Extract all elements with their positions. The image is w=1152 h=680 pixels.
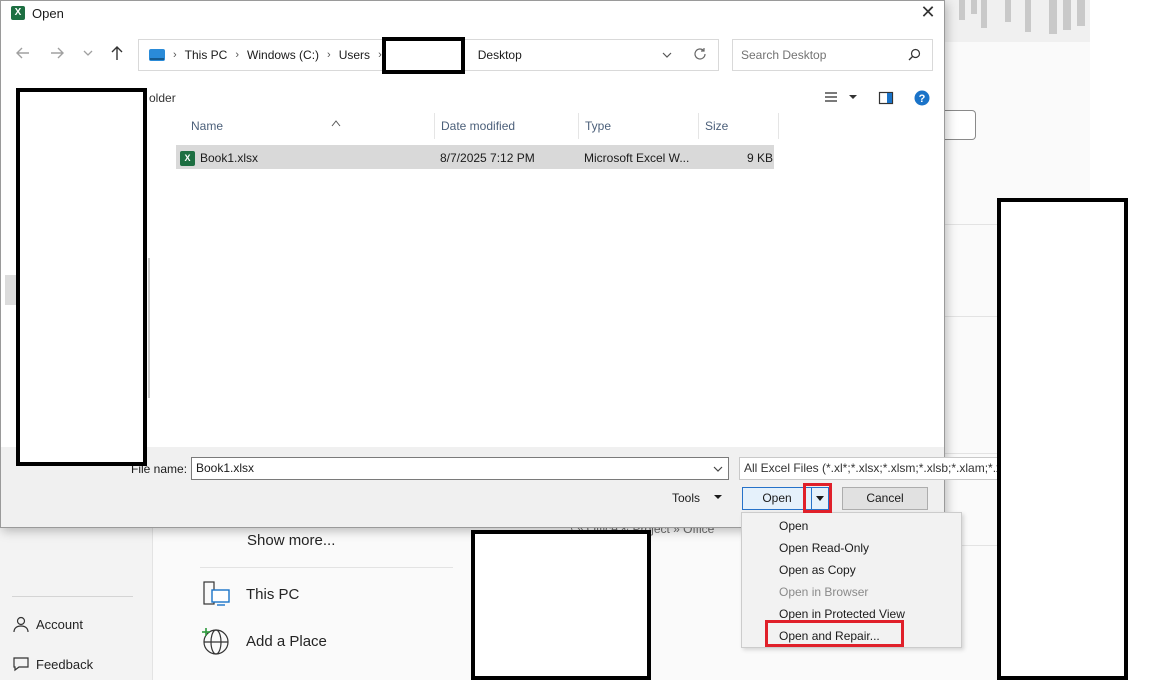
title-bar[interactable]: X Open ✕ <box>1 1 944 25</box>
backstage-header-art <box>945 0 1090 42</box>
globe-add-icon <box>200 625 232 657</box>
file-name-value: Book1.xlsx <box>196 461 255 475</box>
account-label: Account <box>36 616 83 632</box>
file-name-history-chevron-icon[interactable] <box>712 458 724 487</box>
file-name-input[interactable]: Book1.xlsx <box>191 457 729 480</box>
refresh-icon[interactable] <box>692 46 708 62</box>
show-more-link[interactable]: Show more... <box>247 532 335 549</box>
file-list: Name Date modified Type Size X Book1.xls… <box>159 113 944 447</box>
redaction-box <box>471 530 651 680</box>
menu-item-open-in-protected-view[interactable]: Open in Protected View <box>779 607 905 621</box>
tools-label: Tools <box>672 491 701 505</box>
show-more-label: Show more... <box>247 532 336 549</box>
feedback-icon <box>12 655 30 673</box>
location-this-pc[interactable]: This PC <box>200 578 299 610</box>
this-pc-icon <box>149 49 165 61</box>
file-name: Book1.xlsx <box>200 151 259 165</box>
breadcrumb-separator-icon[interactable]: › <box>173 49 177 61</box>
excel-file-icon: X <box>180 151 195 166</box>
divider <box>945 316 997 317</box>
open-button-label: Open <box>762 491 792 505</box>
computer-icon <box>200 578 232 610</box>
column-header-name-label: Name <box>191 119 224 133</box>
menu-item-open[interactable]: Open <box>779 519 808 533</box>
file-type-filter[interactable]: All Excel Files (*.xl*;*.xlsx;*.xlsm;*.x… <box>739 457 999 480</box>
column-header-date[interactable]: Date modified <box>435 113 579 139</box>
nav-feedback[interactable]: Feedback <box>12 655 93 673</box>
close-button[interactable]: ✕ <box>916 1 940 25</box>
breadcrumb-this-pc[interactable]: This PC <box>185 48 228 62</box>
column-header-name[interactable]: Name <box>185 113 435 139</box>
divider <box>945 224 997 225</box>
menu-item-open-in-browser: Open in Browser <box>779 585 869 599</box>
address-history-chevron-icon[interactable] <box>660 48 674 62</box>
feedback-label: Feedback <box>36 656 94 672</box>
forward-arrow-icon[interactable] <box>46 42 68 64</box>
cancel-button-label: Cancel <box>866 491 904 505</box>
breadcrumb-separator-icon[interactable]: › <box>327 49 331 61</box>
dialog-title: Open <box>32 5 64 21</box>
view-options-icon[interactable] <box>823 90 857 106</box>
file-row[interactable]: X Book1.xlsx 8/7/2025 7:12 PM Microsoft … <box>176 145 774 169</box>
breadcrumb-separator-icon[interactable]: › <box>235 49 239 61</box>
file-size: 9 KB <box>747 151 774 165</box>
redaction-box <box>16 88 147 466</box>
excel-app-icon: X <box>11 6 25 20</box>
nav-account[interactable]: Account <box>12 615 83 633</box>
breadcrumb-drive[interactable]: Windows (C:) <box>247 48 319 62</box>
nav-separator <box>12 596 133 597</box>
breadcrumb-users[interactable]: Users <box>339 48 370 62</box>
tools-dropdown-icon <box>714 495 723 499</box>
column-header-size-label: Size <box>705 119 729 133</box>
this-pc-label: This PC <box>246 585 300 603</box>
redaction-box <box>382 37 465 74</box>
divider <box>200 567 453 568</box>
column-header-type-label: Type <box>585 119 612 133</box>
menu-item-open-as-copy[interactable]: Open as Copy <box>779 563 856 577</box>
screen: ...\ » Office & Project » Office Show mo… <box>0 0 1152 680</box>
svg-text:?: ? <box>919 93 926 105</box>
search-icon <box>908 48 921 61</box>
redaction-box <box>997 198 1128 680</box>
navigation-pane-scrollbar[interactable] <box>148 258 150 398</box>
navigation-bar: › This PC › Windows (C:) › Users › Deskt… <box>1 25 944 83</box>
highlight-open-and-repair <box>765 620 904 647</box>
cancel-button[interactable]: Cancel <box>842 487 928 510</box>
file-date: 8/7/2025 7:12 PM <box>440 151 535 165</box>
sort-ascending-icon <box>331 111 341 137</box>
column-header-type[interactable]: Type <box>579 113 699 139</box>
backstage-search-box[interactable] <box>945 110 976 140</box>
highlight-dropdown-arrow <box>803 483 832 513</box>
person-icon <box>12 615 30 633</box>
back-arrow-icon[interactable] <box>12 42 34 64</box>
add-a-place-label: Add a Place <box>246 632 327 650</box>
file-type: Microsoft Excel W... <box>584 151 690 165</box>
preview-pane-icon[interactable] <box>878 90 894 106</box>
recent-locations-chevron-icon[interactable] <box>77 42 99 64</box>
column-header-date-label: Date modified <box>441 119 516 133</box>
breadcrumb-desktop[interactable]: Desktop <box>478 48 522 62</box>
file-type-filter-value: All Excel Files (*.xl*;*.xlsx;*.xlsm;*.x… <box>744 461 999 475</box>
open-button[interactable]: Open <box>742 487 812 510</box>
help-icon[interactable]: ? <box>914 90 930 106</box>
tools-menu[interactable]: Tools <box>672 491 723 505</box>
column-header-size[interactable]: Size <box>699 113 779 139</box>
divider <box>945 453 997 454</box>
add-a-place-button[interactable]: Add a Place <box>200 625 327 657</box>
search-placeholder: Search Desktop <box>741 48 827 62</box>
menu-item-open-read-only[interactable]: Open Read-Only <box>779 541 869 555</box>
search-box[interactable]: Search Desktop <box>732 39 933 71</box>
up-arrow-icon[interactable] <box>106 42 128 64</box>
new-folder-button[interactable]: older <box>149 91 176 105</box>
